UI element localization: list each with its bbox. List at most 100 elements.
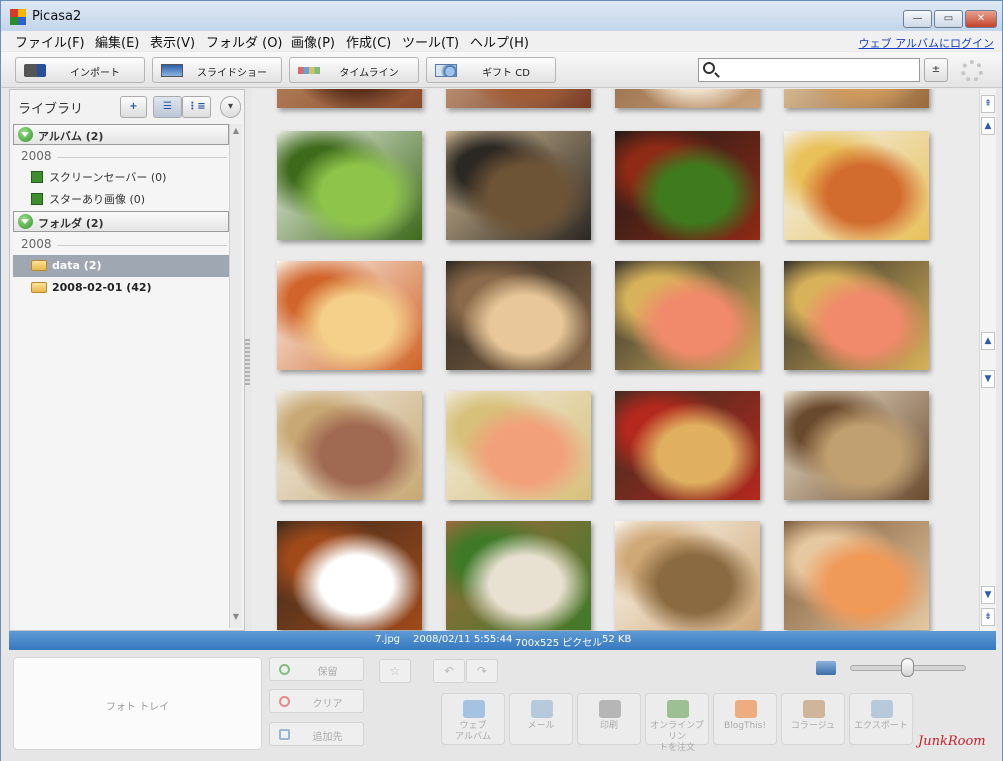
photo-thumbnail[interactable] bbox=[615, 391, 760, 500]
folders-group-header[interactable]: フォルダ (2) bbox=[13, 211, 229, 232]
slideshow-label: スライドショー bbox=[197, 68, 267, 79]
photo-thumbnail[interactable] bbox=[277, 521, 422, 630]
library-options-button[interactable]: ▾ bbox=[220, 96, 241, 118]
library-scrollbar[interactable]: ▲ ▼ bbox=[229, 124, 242, 628]
scroll-down-icon[interactable]: ▼ bbox=[981, 370, 995, 388]
online-print-icon bbox=[667, 700, 689, 718]
panel-splitter-handle[interactable] bbox=[245, 339, 250, 385]
add-to-button[interactable]: 追加先 bbox=[269, 722, 364, 746]
list-view-icon: ☰ bbox=[163, 101, 172, 112]
albums-group-header[interactable]: アルバム (2) bbox=[13, 124, 229, 145]
status-filesize: 52 KB bbox=[602, 634, 632, 645]
collage-button[interactable]: コラージュ bbox=[781, 693, 845, 745]
timeline-icon bbox=[298, 67, 320, 74]
menu-edit[interactable]: 編集(E) bbox=[95, 32, 139, 51]
maximize-button[interactable]: ▭ bbox=[934, 10, 963, 28]
status-filename: 7.jpg bbox=[375, 634, 401, 645]
menu-tools[interactable]: ツール(T) bbox=[402, 32, 459, 51]
list-view-button[interactable]: ☰ bbox=[153, 96, 182, 118]
search-input[interactable] bbox=[721, 61, 915, 79]
menu-file[interactable]: ファイル(F) bbox=[15, 32, 85, 51]
folder-icon bbox=[31, 282, 47, 293]
import-camera-icon bbox=[24, 64, 46, 77]
photo-tray[interactable]: フォト トレイ bbox=[13, 657, 262, 750]
scroll-page-down-icon[interactable]: ⇟ bbox=[981, 608, 995, 626]
photo-thumbnail[interactable] bbox=[277, 391, 422, 500]
action-label: ウェブ アルバム bbox=[455, 721, 491, 742]
photo-thumbnail[interactable] bbox=[784, 89, 929, 108]
thumbnail-size-slider-knob[interactable] bbox=[901, 658, 914, 677]
new-album-button[interactable]: + bbox=[120, 96, 147, 118]
title-bar[interactable]: Picasa2 — ▭ ✕ bbox=[1, 1, 1002, 31]
import-button[interactable]: インポート bbox=[15, 57, 145, 83]
photo-thumbnail[interactable] bbox=[277, 89, 422, 108]
online-print-button[interactable]: オンラインプリン トを注文 bbox=[645, 693, 709, 753]
blogger-button[interactable]: BlogThis! bbox=[713, 693, 777, 745]
scroll-up-icon[interactable]: ▲ bbox=[230, 126, 242, 140]
photo-thumbnail[interactable] bbox=[615, 521, 760, 630]
photo-thumbnail[interactable] bbox=[784, 131, 929, 240]
photo-thumbnail[interactable] bbox=[784, 391, 929, 500]
photo-grid-scrollbar[interactable]: ⇞ ▲ ▲ ▼ ▼ ⇟ bbox=[979, 89, 996, 631]
album-item-starred[interactable]: スターあり画像 (0) bbox=[31, 191, 145, 207]
rotate-right-button[interactable]: ↷ bbox=[466, 659, 498, 683]
photo-thumbnail[interactable] bbox=[446, 521, 591, 630]
action-label: BlogThis! bbox=[724, 721, 766, 731]
minimize-button[interactable]: — bbox=[903, 10, 932, 28]
folder-item-data[interactable]: data (2) bbox=[13, 255, 229, 277]
scroll-down-icon[interactable]: ▼ bbox=[981, 586, 995, 604]
photo-thumbnail[interactable] bbox=[615, 89, 760, 108]
scroll-up-icon[interactable]: ▲ bbox=[981, 117, 995, 135]
scroll-up-icon[interactable]: ▲ bbox=[981, 332, 995, 350]
scroll-down-icon[interactable]: ▼ bbox=[230, 612, 242, 626]
photo-thumbnail[interactable] bbox=[784, 261, 929, 370]
photo-thumbnail[interactable] bbox=[446, 391, 591, 500]
gift-cd-button[interactable]: ギフト CD bbox=[426, 57, 556, 83]
photo-thumbnail[interactable] bbox=[615, 131, 760, 240]
menu-create[interactable]: 作成(C) bbox=[346, 32, 391, 51]
tree-view-button[interactable]: ⋮≡ bbox=[182, 96, 211, 118]
albums-toggle-icon[interactable] bbox=[18, 127, 33, 142]
menu-help[interactable]: ヘルプ(H) bbox=[470, 32, 529, 51]
collage-icon bbox=[803, 700, 825, 718]
action-label: コラージュ bbox=[790, 721, 836, 731]
timeline-button[interactable]: タイムライン bbox=[289, 57, 419, 83]
photo-thumbnail[interactable] bbox=[784, 521, 929, 630]
star-icon: ☆ bbox=[389, 664, 401, 678]
tree-view-icon: ⋮≡ bbox=[187, 101, 206, 112]
slideshow-button[interactable]: スライドショー bbox=[152, 57, 282, 83]
photo-thumbnail[interactable] bbox=[446, 261, 591, 370]
rotate-left-button[interactable]: ↶ bbox=[433, 659, 465, 683]
menu-folder[interactable]: フォルダ (O) bbox=[206, 32, 283, 51]
album-item-screensaver[interactable]: スクリーンセーバー (0) bbox=[31, 169, 166, 185]
mail-button[interactable]: メール bbox=[509, 693, 573, 745]
photo-thumbnail[interactable] bbox=[277, 131, 422, 240]
window-title: Picasa2 bbox=[32, 9, 82, 24]
photo-thumbnail[interactable] bbox=[615, 261, 760, 370]
search-options-button[interactable]: ± bbox=[924, 58, 948, 82]
zoom-icon bbox=[816, 661, 836, 675]
main-toolbar: インポート スライドショー タイムライン ギフト CD ± bbox=[1, 52, 1002, 88]
scroll-page-up-icon[interactable]: ⇞ bbox=[981, 95, 995, 113]
photo-thumbnail[interactable] bbox=[446, 89, 591, 108]
rotate-right-icon: ↷ bbox=[476, 664, 488, 678]
close-button[interactable]: ✕ bbox=[965, 10, 997, 28]
export-button[interactable]: エクスポート bbox=[849, 693, 913, 745]
menu-view[interactable]: 表示(V) bbox=[150, 32, 195, 51]
star-button[interactable]: ☆ bbox=[379, 659, 411, 683]
print-button[interactable]: 印刷 bbox=[577, 693, 641, 745]
web-album-button[interactable]: ウェブ アルバム bbox=[441, 693, 505, 745]
clear-button[interactable]: クリア bbox=[269, 689, 364, 713]
year-divider bbox=[57, 245, 227, 246]
photo-thumbnail[interactable] bbox=[277, 261, 422, 370]
photo-thumbnail[interactable] bbox=[446, 131, 591, 240]
status-bar: 7.jpg 2008/02/11 5:55:44 700x525 ピクセル 52… bbox=[9, 631, 996, 650]
web-album-icon bbox=[463, 700, 485, 718]
folder-item-2008-02-01[interactable]: 2008-02-01 (42) bbox=[13, 277, 229, 299]
web-album-login-link[interactable]: ウェブ アルバムにログイン bbox=[859, 35, 994, 51]
folders-toggle-icon[interactable] bbox=[18, 214, 33, 229]
search-box[interactable] bbox=[698, 58, 920, 82]
hold-button[interactable]: 保留 bbox=[269, 657, 364, 681]
activity-spinner-icon bbox=[961, 60, 983, 82]
menu-picture[interactable]: 画像(P) bbox=[291, 32, 335, 51]
